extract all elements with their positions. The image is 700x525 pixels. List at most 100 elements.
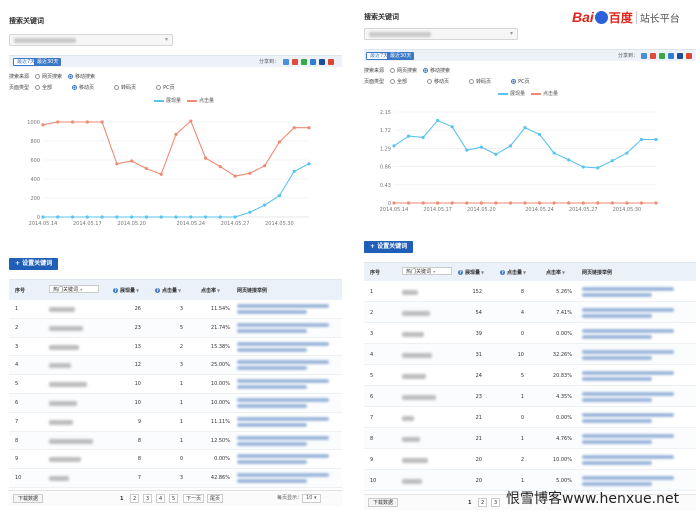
url-example-link[interactable]	[582, 377, 652, 381]
cell-keyword-blurred[interactable]	[49, 457, 81, 463]
url-example-link[interactable]	[237, 460, 307, 465]
radio-icon[interactable]	[469, 79, 475, 84]
radio-icon[interactable]	[35, 74, 41, 79]
share-wechat-icon[interactable]	[301, 59, 307, 65]
url-example-link[interactable]	[582, 419, 652, 423]
help-icon[interactable]: ?	[155, 288, 160, 293]
site-select[interactable]: ▾	[364, 28, 518, 40]
url-example-link[interactable]	[237, 366, 307, 371]
col-impressions[interactable]: ? 展现量▼	[113, 287, 139, 294]
page-1[interactable]: 1	[117, 494, 126, 503]
cell-keyword-blurred[interactable]	[402, 353, 432, 359]
share-tencent-icon[interactable]	[310, 59, 316, 65]
tab-last-30-days[interactable]: 最近30天	[34, 58, 62, 66]
site-select[interactable]: ▾	[9, 34, 173, 46]
cell-keyword-blurred[interactable]	[49, 363, 71, 369]
radio-checked-icon[interactable]	[72, 85, 78, 90]
url-example-link[interactable]	[237, 347, 307, 352]
cell-keyword-blurred[interactable]	[402, 374, 426, 380]
url-example-link[interactable]	[237, 304, 329, 308]
page-2[interactable]: 2	[478, 498, 488, 507]
radio-icon[interactable]	[114, 85, 120, 90]
share-weibo-icon[interactable]	[292, 59, 298, 65]
cell-keyword-blurred[interactable]	[402, 311, 430, 317]
cell-keyword-blurred[interactable]	[49, 438, 93, 445]
url-example-link[interactable]	[237, 310, 307, 314]
url-example-link[interactable]	[237, 422, 307, 427]
url-example-link[interactable]	[237, 404, 307, 408]
share-weibo-icon[interactable]	[650, 53, 656, 59]
cell-keyword-blurred[interactable]	[402, 458, 428, 464]
url-example-link[interactable]	[582, 398, 652, 402]
col-impressions[interactable]: ? 展现量▼	[458, 269, 484, 276]
page-2[interactable]: 2	[130, 494, 140, 503]
url-example-link[interactable]	[237, 341, 329, 346]
col-ctr[interactable]: 点击率▼	[546, 269, 565, 276]
page-1[interactable]: 1	[465, 498, 474, 507]
page-4[interactable]: 4	[156, 494, 166, 503]
cell-keyword-blurred[interactable]	[402, 437, 420, 443]
help-icon[interactable]: ?	[500, 270, 505, 275]
radio-icon[interactable]	[390, 79, 396, 84]
col-clicks[interactable]: ? 点击量▼	[155, 287, 181, 294]
url-example-link[interactable]	[237, 322, 329, 327]
url-example-link[interactable]	[237, 385, 307, 390]
url-example-link[interactable]	[237, 416, 329, 421]
download-data-button[interactable]: 下载数据	[13, 494, 44, 503]
url-example-link[interactable]	[582, 413, 674, 417]
url-example-link[interactable]	[237, 473, 329, 478]
add-keyword-button[interactable]: + 设置关键词	[364, 241, 414, 253]
share-tencent-icon[interactable]	[668, 53, 674, 59]
cell-keyword-blurred[interactable]	[402, 332, 424, 338]
url-example-link[interactable]	[582, 314, 652, 318]
cell-keyword-blurred[interactable]	[49, 382, 87, 388]
share-renren-icon[interactable]	[677, 53, 683, 59]
radio-icon[interactable]	[427, 79, 433, 84]
col-clicks[interactable]: ? 点击量▼	[500, 269, 526, 276]
sort-icon[interactable]: ▼	[217, 288, 220, 293]
cell-keyword-blurred[interactable]	[49, 476, 69, 482]
url-example-link[interactable]	[582, 455, 674, 459]
page-3[interactable]: 3	[491, 498, 501, 507]
url-example-link[interactable]	[237, 435, 329, 440]
cell-keyword-blurred[interactable]	[402, 395, 436, 401]
url-example-link[interactable]	[582, 287, 674, 291]
url-example-link[interactable]	[237, 328, 307, 333]
url-example-link[interactable]	[582, 293, 652, 297]
share-qzone-icon[interactable]	[283, 59, 289, 65]
url-example-link[interactable]	[237, 454, 329, 459]
radio-checked-icon[interactable]	[511, 79, 517, 84]
sort-icon[interactable]: ▼	[136, 288, 139, 293]
help-icon[interactable]: ?	[113, 288, 118, 293]
url-example-link[interactable]	[582, 329, 674, 333]
cell-keyword-blurred[interactable]	[402, 479, 422, 485]
next-page-button[interactable]: 下一页	[183, 494, 205, 503]
radio-checked-icon[interactable]	[423, 68, 429, 73]
share-renren-icon[interactable]	[319, 59, 325, 65]
url-example-link[interactable]	[237, 398, 329, 402]
sort-icon[interactable]: ▼	[523, 270, 526, 275]
share-more-icon[interactable]	[328, 59, 334, 65]
url-example-link[interactable]	[582, 461, 652, 465]
col-ctr[interactable]: 点击率▼	[201, 287, 220, 294]
share-more-icon[interactable]	[686, 53, 692, 59]
download-data-button[interactable]: 下载数据	[368, 498, 399, 507]
radio-checked-icon[interactable]	[68, 74, 74, 79]
url-example-link[interactable]	[582, 476, 674, 480]
help-icon[interactable]: ?	[458, 270, 463, 275]
tab-last-30-days[interactable]: 最近30天	[387, 52, 415, 60]
add-keyword-button[interactable]: + 设置关键词	[9, 258, 59, 270]
radio-icon[interactable]	[35, 85, 41, 90]
page-5[interactable]: 5	[169, 494, 179, 503]
sort-icon[interactable]: ▼	[481, 270, 484, 275]
radio-icon[interactable]	[156, 85, 162, 90]
url-example-link[interactable]	[582, 350, 674, 354]
url-example-link[interactable]	[582, 440, 652, 444]
url-example-link[interactable]	[582, 371, 674, 375]
sort-icon[interactable]: ▼	[562, 270, 565, 275]
cell-keyword-blurred[interactable]	[402, 290, 418, 296]
per-page-select[interactable]: 10 ▾	[302, 494, 321, 503]
cell-keyword-blurred[interactable]	[49, 401, 77, 407]
last-page-button[interactable]: 尾页	[207, 494, 224, 503]
hot-keyword-select[interactable]: 热门关键词 ▾	[49, 285, 99, 293]
